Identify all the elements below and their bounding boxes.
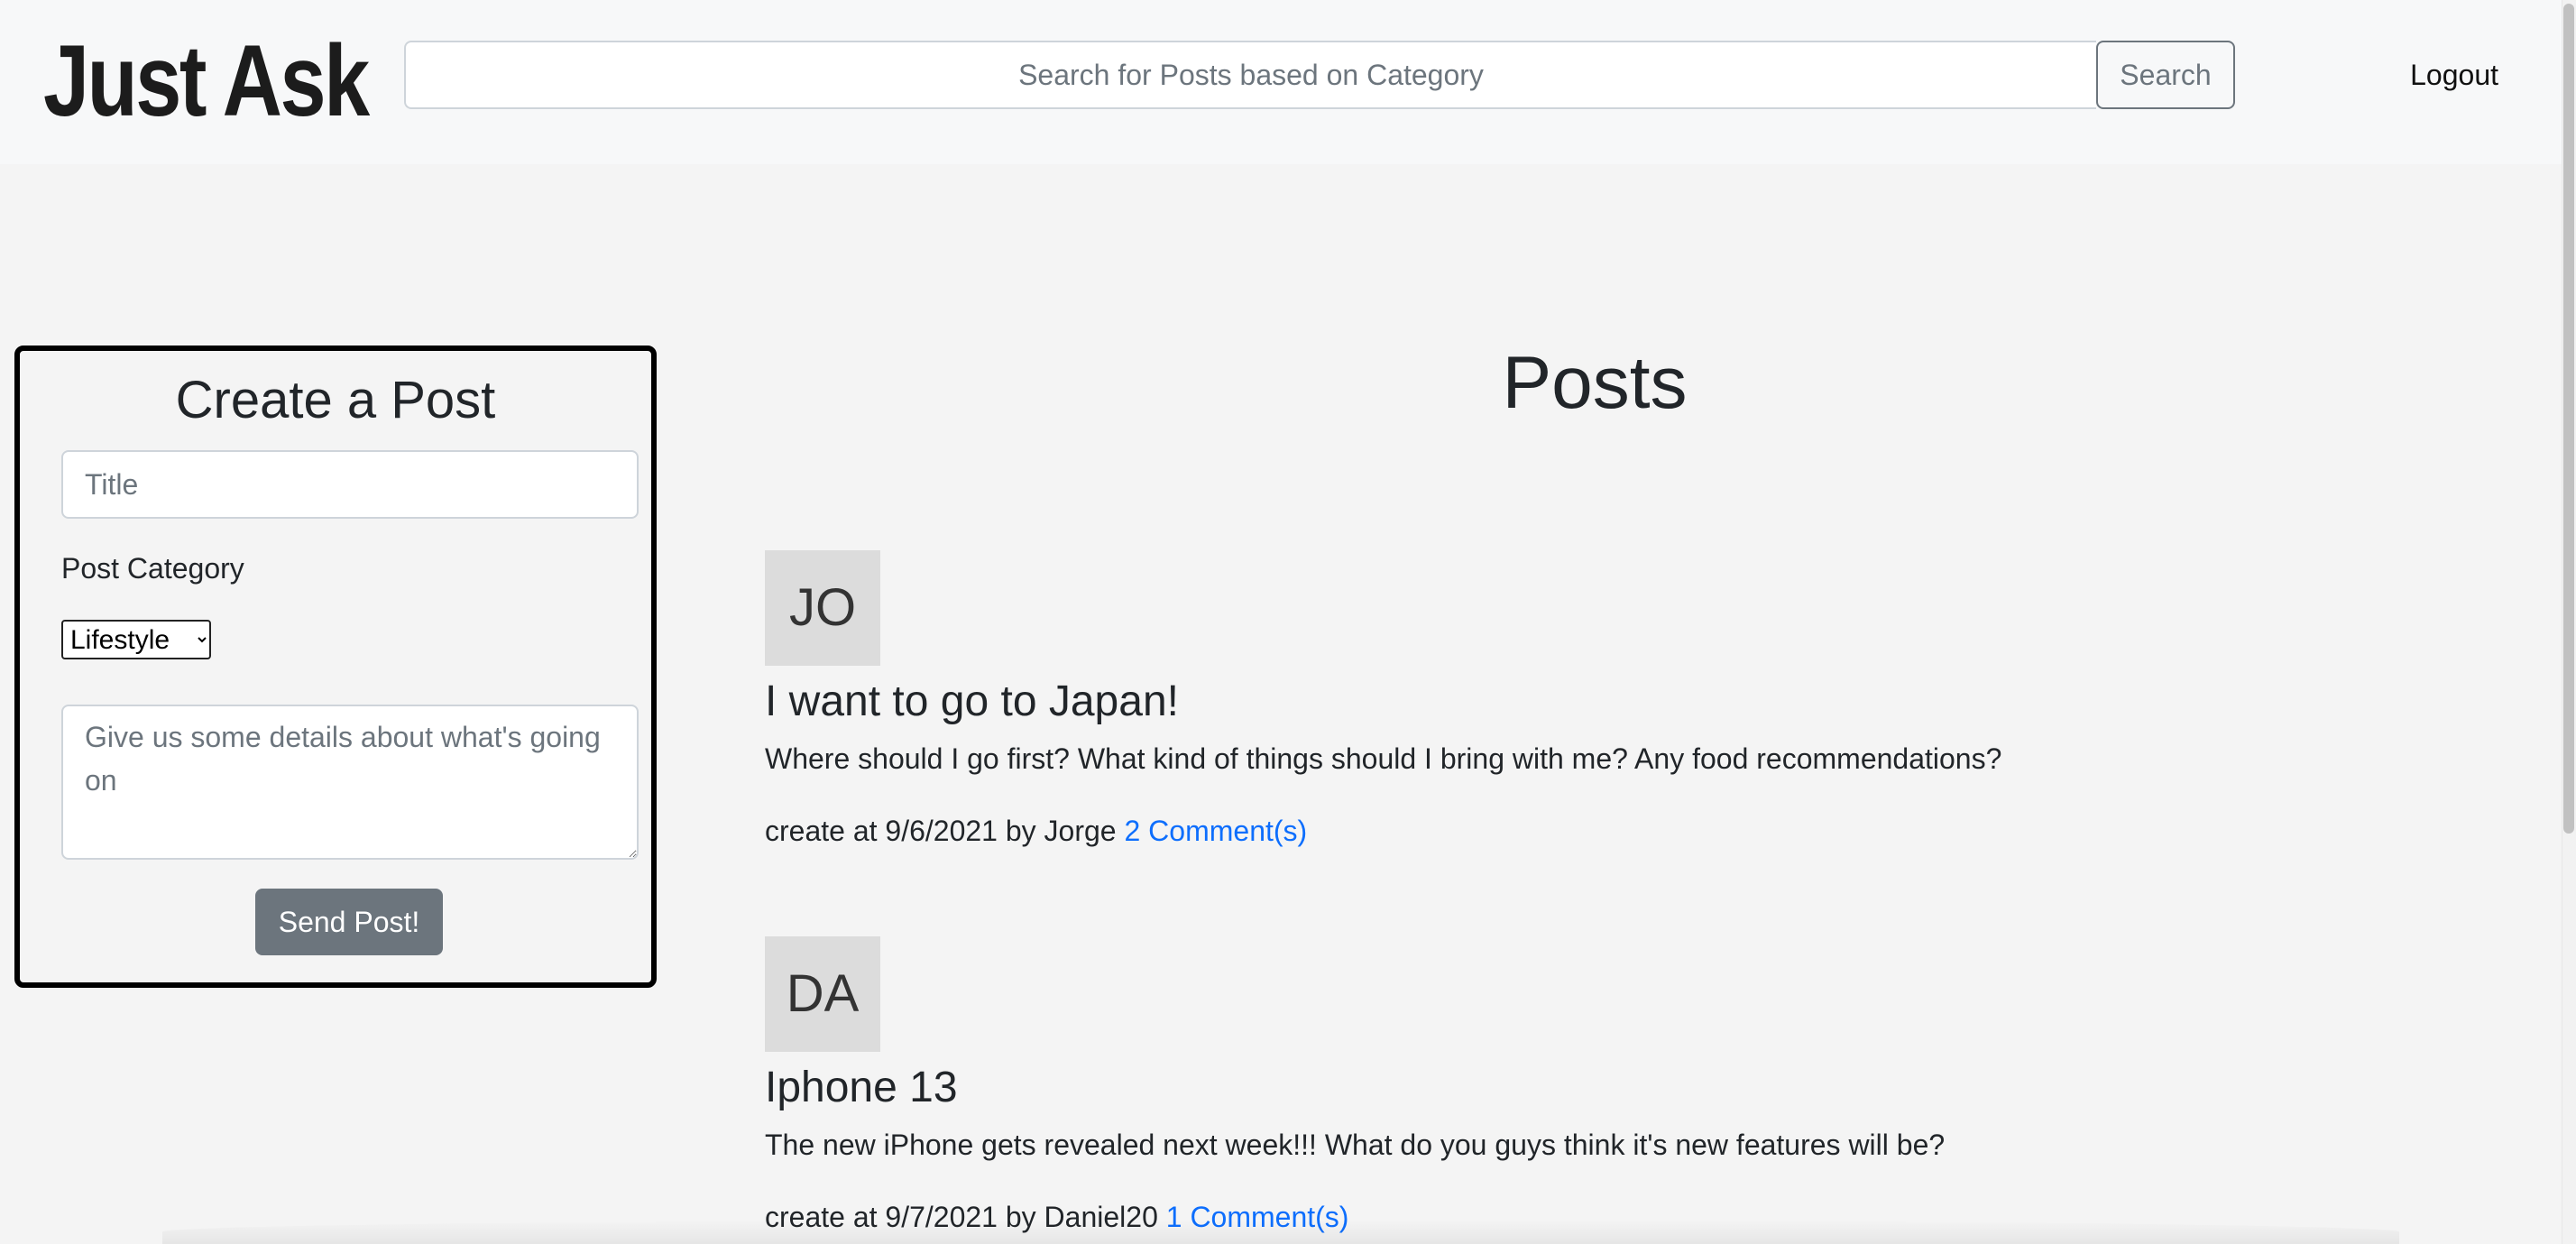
avatar: JO [765, 550, 880, 666]
scroll-shadow [162, 1220, 2399, 1244]
logout-link[interactable]: Logout [2381, 56, 2498, 94]
create-post-card: Create a Post Post Category Lifestyle Se… [14, 346, 657, 988]
scrollbar-thumb[interactable] [2563, 4, 2574, 834]
brand-logo[interactable]: Just Ask [43, 18, 370, 144]
post-title: Iphone 13 [765, 1064, 958, 1111]
top-navbar: Just Ask Search Logout [0, 0, 2562, 164]
create-post-heading: Create a Post [175, 371, 496, 429]
avatar: DA [765, 936, 880, 1052]
search-button[interactable]: Search [2096, 41, 2235, 109]
comments-link[interactable]: 2 Comment(s) [1124, 815, 1307, 847]
post-category-select[interactable]: Lifestyle [61, 620, 211, 659]
post-item: JO I want to go to Japan! Where should I… [765, 550, 2479, 857]
post-category-label: Post Category [61, 552, 244, 585]
post-meta-text: create at 9/6/2021 by Jorge [765, 815, 1117, 847]
posts-heading: Posts [1502, 342, 1688, 424]
search-input[interactable] [404, 41, 2096, 109]
post-body: Where should I go first? What kind of th… [765, 742, 2002, 775]
post-details-textarea[interactable] [61, 705, 639, 860]
send-post-button[interactable]: Send Post! [255, 889, 443, 955]
post-title-input[interactable] [61, 450, 639, 519]
post-item: DA Iphone 13 The new iPhone gets reveale… [765, 936, 2479, 1243]
post-meta: create at 9/6/2021 by Jorge 2 Comment(s) [765, 808, 1307, 853]
post-title: I want to go to Japan! [765, 677, 1179, 725]
post-body: The new iPhone gets revealed next week!!… [765, 1129, 1946, 1161]
